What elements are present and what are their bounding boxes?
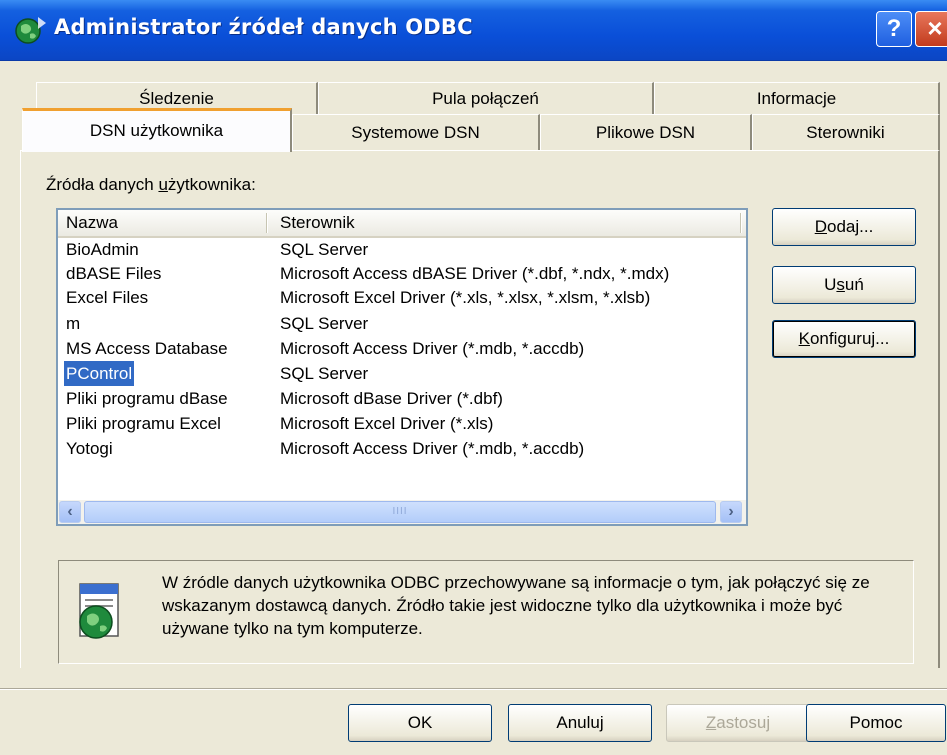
tab-pula-polaczen[interactable]: Pula połączeń bbox=[318, 82, 654, 114]
list-header: Nazwa Sterownik bbox=[58, 210, 746, 238]
list-item[interactable]: Pliki programu dBase Microsoft dBase Driv… bbox=[58, 386, 746, 411]
close-button[interactable]: × bbox=[915, 11, 947, 47]
window-title: Administrator źródeł danych ODBC bbox=[54, 15, 473, 39]
list-item-name: Pliki programu Excel bbox=[66, 414, 221, 433]
tab-plikowe-dsn[interactable]: Plikowe DSN bbox=[540, 114, 752, 150]
scroll-right-icon[interactable]: › bbox=[720, 501, 742, 523]
list-item-name: Pliki programu dBase bbox=[66, 389, 228, 408]
data-source-list[interactable]: Nazwa Sterownik BioAdmin SQL Server dBASE… bbox=[56, 208, 748, 526]
column-header-nazwa[interactable]: Nazwa bbox=[66, 212, 118, 234]
list-item-driver: Microsoft dBase Driver (*.dbf) bbox=[280, 389, 503, 408]
remove-button[interactable]: Usuń bbox=[772, 266, 916, 304]
section-label: Źródła danych użytkownika: bbox=[46, 175, 256, 194]
scroll-left-icon[interactable]: ‹ bbox=[59, 501, 81, 523]
column-header-sterownik[interactable]: Sterownik bbox=[280, 212, 355, 234]
list-item-driver: Microsoft Access Driver (*.mdb, *.accdb) bbox=[280, 439, 585, 458]
list-item-name: MS Access Database bbox=[66, 339, 228, 358]
list-item-driver: SQL Server bbox=[280, 364, 369, 383]
list-item-name: m bbox=[66, 314, 81, 333]
list-item[interactable]: Pliki programu Excel Microsoft Excel Driv… bbox=[58, 411, 746, 436]
tab-informacje[interactable]: Informacje bbox=[654, 82, 940, 114]
apply-button[interactable]: Zastosuj bbox=[666, 704, 810, 742]
list-item-driver: Microsoft Excel Driver (*.xls) bbox=[280, 414, 494, 433]
list-item-driver: SQL Server bbox=[280, 314, 369, 333]
list-item[interactable]: Excel Files Microsoft Excel Driver (*.xls… bbox=[58, 285, 746, 310]
list-item[interactable]: MS Access Database Microsoft Access Drive… bbox=[58, 336, 746, 361]
list-item-driver: Microsoft Access Driver (*.mdb, *.accdb) bbox=[280, 339, 585, 358]
list-item-name: Yotogi bbox=[66, 439, 113, 458]
list-item-name: BioAdmin bbox=[66, 240, 139, 259]
info-description: W źródle danych użytkownika ODBC przecho… bbox=[162, 573, 870, 638]
list-item[interactable]: BioAdmin SQL Server bbox=[58, 237, 746, 262]
list-item-driver: Microsoft Excel Driver (*.xls, *.xlsx, *… bbox=[280, 288, 651, 307]
list-item[interactable]: m SQL Server bbox=[58, 311, 746, 336]
tab-dsn-uzytkownika[interactable]: DSN użytkownika bbox=[22, 108, 292, 152]
odbc-globe-icon bbox=[15, 17, 46, 44]
list-item-driver: SQL Server bbox=[280, 240, 369, 259]
tab-systemowe-dsn[interactable]: Systemowe DSN bbox=[292, 114, 540, 150]
cancel-button[interactable]: Anuluj bbox=[508, 704, 652, 742]
ok-button[interactable]: OK bbox=[348, 704, 492, 742]
tab-sterowniki[interactable]: Sterowniki bbox=[752, 114, 940, 150]
add-button[interactable]: Dodaj... bbox=[772, 208, 916, 246]
title-bar[interactable]: Administrator źródeł danych ODBC ? × bbox=[0, 0, 947, 61]
configure-button[interactable]: Konfiguruj... bbox=[772, 320, 916, 358]
list-item-name: Excel Files bbox=[66, 288, 149, 307]
help-footer-button[interactable]: Pomoc bbox=[806, 704, 946, 742]
list-item[interactable]: Yotogi Microsoft Access Driver (*.mdb, *.… bbox=[58, 436, 746, 461]
list-item-name: PControl bbox=[62, 360, 136, 387]
list-item-selected[interactable]: PControl SQL Server bbox=[58, 360, 746, 387]
column-divider[interactable] bbox=[740, 213, 742, 233]
odbc-datasource-icon bbox=[79, 583, 119, 639]
footer-divider bbox=[0, 688, 947, 690]
list-item[interactable]: dBASE Files Microsoft Access dBASE Driver… bbox=[58, 261, 746, 286]
horizontal-scrollbar[interactable]: ‹ IIII › bbox=[58, 500, 746, 524]
column-divider[interactable] bbox=[266, 213, 268, 233]
list-item-name: dBASE Files bbox=[66, 264, 162, 283]
help-button[interactable]: ? bbox=[876, 11, 912, 47]
list-item-driver: Microsoft Access dBASE Driver (*.dbf, *.… bbox=[280, 264, 670, 283]
scrollbar-thumb[interactable]: IIII bbox=[84, 501, 716, 523]
